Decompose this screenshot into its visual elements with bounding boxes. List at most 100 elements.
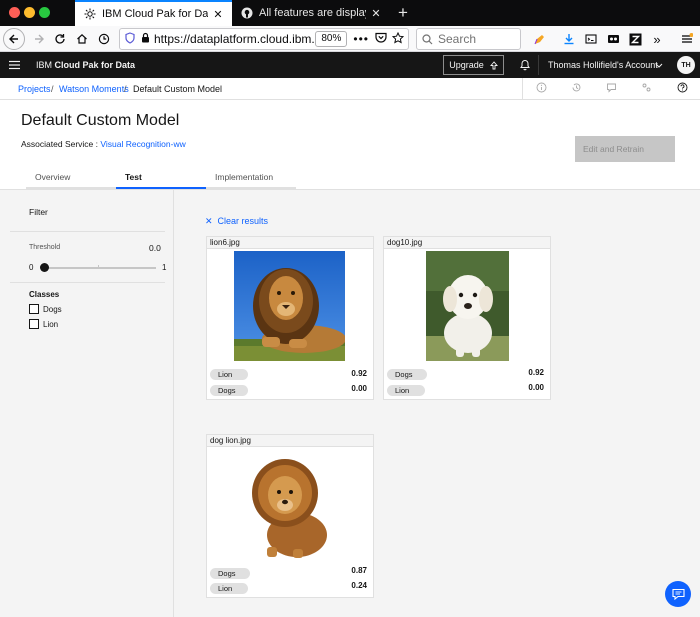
page-title: Default Custom Model — [21, 112, 180, 129]
threshold-slider-track[interactable] — [42, 267, 156, 269]
browser-tab-github[interactable]: All features are displayed as St ✕ — [232, 0, 390, 26]
clear-results-button[interactable]: ✕ Clear results — [205, 216, 268, 227]
filter-divider — [10, 282, 165, 283]
class-score: 0.00 — [351, 384, 367, 393]
chat-icon — [671, 588, 685, 600]
devtools-icon[interactable] — [580, 28, 602, 50]
info-icon[interactable] — [535, 82, 547, 94]
app-masthead: IBM Cloud Pak for Data Upgrade Thomas Ho… — [0, 52, 700, 78]
zotero-icon[interactable] — [624, 28, 646, 50]
menu-icon[interactable] — [9, 60, 20, 72]
overflow-chevron-icon[interactable]: » — [646, 28, 668, 50]
classes-title: Classes — [29, 290, 60, 299]
search-icon — [422, 33, 433, 44]
associated-service-label: Associated Service : — [21, 139, 101, 149]
class-tag: Lion — [210, 369, 248, 380]
filter-title: Filter — [29, 207, 48, 217]
lock-icon[interactable] — [141, 32, 150, 46]
home-button[interactable] — [71, 28, 93, 50]
browser-toolbar: https://dataplatform.cloud.ibm. 80% ••• … — [0, 26, 700, 52]
result-card-dog10[interactable]: dog10.jpg Dogs 0.92 Lion 0.00 — [383, 236, 551, 400]
history-icon[interactable] — [570, 82, 582, 94]
filter-divider — [10, 231, 165, 232]
breadcrumb-separator: / — [124, 84, 127, 94]
download-icon[interactable] — [558, 28, 580, 50]
chat-button[interactable] — [665, 581, 691, 607]
chevron-down-icon[interactable] — [655, 61, 663, 71]
puppy-photo — [426, 251, 509, 361]
breadcrumb-current: Default Custom Model — [133, 84, 223, 94]
clear-results-label: Clear results — [217, 216, 269, 226]
class-tag: Dogs — [387, 369, 427, 380]
close-tab-icon[interactable]: ✕ — [370, 7, 382, 20]
search-placeholder: Search — [438, 32, 477, 46]
class-checkbox-dogs[interactable] — [29, 304, 39, 314]
account-switcher[interactable]: Thomas Hollifield's Account — [548, 60, 658, 70]
comment-icon[interactable] — [605, 82, 617, 94]
home-icon — [77, 33, 87, 44]
reload-button[interactable] — [49, 28, 71, 50]
extension-pen-icon[interactable] — [528, 28, 550, 50]
tracking-shield-icon[interactable] — [125, 31, 135, 47]
account-label: Thomas Hollifield's Account — [548, 60, 658, 70]
hamburger-menu-icon[interactable] — [676, 28, 698, 50]
bookmark-star-icon[interactable] — [391, 31, 405, 47]
associated-service: Associated Service : Visual Recognition-… — [21, 139, 186, 149]
lion-photo — [234, 251, 345, 361]
upgrade-button[interactable]: Upgrade — [443, 55, 504, 75]
slider-min-label: 0 — [29, 263, 34, 272]
breadcrumb-separator: / — [51, 84, 54, 94]
card-filename: lion6.jpg — [207, 237, 373, 249]
url-bar[interactable]: https://dataplatform.cloud.ibm. 80% ••• — [119, 28, 409, 50]
notification-bell-icon[interactable] — [519, 58, 531, 73]
associated-service-link[interactable]: Visual Recognition-ww — [100, 139, 185, 149]
edit-and-retrain-button[interactable]: Edit and Retrain — [575, 136, 675, 162]
threshold-slider-thumb[interactable] — [39, 263, 49, 272]
tab-overview[interactable]: Overview — [26, 166, 116, 189]
avatar[interactable]: TH — [677, 56, 695, 74]
class-label-lion: Lion — [43, 320, 59, 329]
masthead-divider — [538, 55, 539, 75]
tab-label: IBM Cloud Pak for Data — [102, 8, 208, 20]
browser-tab-strip: IBM Cloud Pak for Data ✕ All features ar… — [0, 0, 700, 26]
app-title[interactable]: IBM Cloud Pak for Data — [36, 60, 135, 70]
collaborators-icon[interactable] — [640, 82, 652, 94]
back-button[interactable] — [3, 28, 25, 50]
close-tab-icon[interactable]: ✕ — [212, 8, 224, 21]
slider-max-label: 1 — [162, 263, 167, 272]
class-checkbox-lion[interactable] — [29, 319, 39, 329]
close-icon: ✕ — [205, 216, 213, 226]
more-actions-icon[interactable]: ••• — [353, 32, 369, 46]
page-header: Default Custom Model Associated Service … — [0, 100, 700, 190]
new-tab-button[interactable]: + — [392, 0, 414, 26]
browser-search-input[interactable]: Search — [416, 28, 521, 50]
reader-icon[interactable] — [602, 28, 624, 50]
filter-panel: Filter Threshold 0.0 0 1 Classes Dogs Li… — [0, 190, 174, 617]
arrow-left-icon — [9, 34, 18, 44]
zoom-level[interactable]: 80% — [315, 31, 348, 47]
tab-implementation[interactable]: Implementation — [206, 166, 296, 189]
upgrade-arrow-icon — [489, 60, 498, 69]
class-score: 0.24 — [351, 581, 367, 590]
breadcrumb-projects[interactable]: Projects — [18, 84, 51, 94]
card-filename: dog lion.jpg — [207, 435, 373, 447]
minimize-window-button[interactable] — [24, 7, 35, 18]
browser-tab-cloud-pak[interactable]: IBM Cloud Pak for Data ✕ — [75, 0, 232, 26]
class-tag: Lion — [387, 385, 425, 396]
upgrade-label: Upgrade — [449, 60, 484, 70]
result-card-dog-lion[interactable]: dog lion.jpg Dogs 0.87 Lion 0.24 — [206, 434, 374, 598]
app-title-main: Cloud Pak for Data — [54, 60, 136, 70]
ibm-icon — [83, 8, 96, 21]
forward-button[interactable] — [28, 28, 50, 50]
tab-test[interactable]: Test — [116, 166, 206, 189]
breadcrumb-watson-moments[interactable]: Watson Moments — [59, 84, 129, 94]
history-button[interactable] — [93, 28, 115, 50]
close-window-button[interactable] — [9, 7, 20, 18]
pocket-icon[interactable] — [375, 32, 387, 46]
maximize-window-button[interactable] — [39, 7, 50, 18]
app-title-prefix: IBM — [36, 60, 53, 70]
class-tag: Dogs — [210, 568, 250, 579]
help-icon[interactable] — [676, 82, 688, 94]
result-card-lion6[interactable]: lion6.jpg Lion 0.92 Dogs 0.00 — [206, 236, 374, 400]
test-results-area: ✕ Clear results lion6.jpg Lion 0.92 Dogs… — [175, 190, 700, 617]
